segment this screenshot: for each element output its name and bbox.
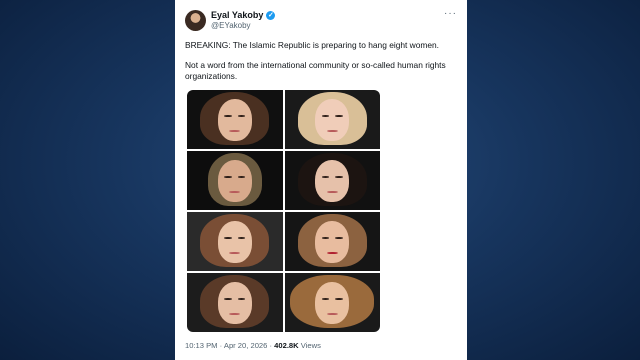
photo-3[interactable] <box>187 151 283 210</box>
author-handle[interactable]: @EYakoby <box>211 21 251 30</box>
photo-4[interactable] <box>284 151 380 210</box>
tweet-header: Eyal Yakoby ✓ @EYakoby ··· <box>185 8 457 34</box>
photo-8[interactable] <box>284 273 380 332</box>
tweet-time[interactable]: 10:13 PM <box>185 341 218 350</box>
meta-separator-1: · <box>219 341 223 350</box>
photo-6[interactable] <box>284 212 380 271</box>
views-count: 402.8K <box>274 341 299 350</box>
author-name-row: Eyal Yakoby ✓ <box>211 10 276 20</box>
tweet-date[interactable]: Apr 20, 2026 <box>224 341 268 350</box>
photo-2[interactable] <box>284 90 380 149</box>
verified-badge-icon: ✓ <box>266 10 276 20</box>
photo-1[interactable] <box>187 90 283 149</box>
meta-separator-2: · <box>269 341 273 350</box>
tweet-text: BREAKING: The Islamic Republic is prepar… <box>185 40 453 91</box>
photo-7[interactable] <box>187 273 283 332</box>
photo-5[interactable] <box>187 212 283 271</box>
tweet-meta: 10:13 PM · Apr 20, 2026 · 402.8K Views <box>185 341 321 350</box>
tweet-card[interactable]: Eyal Yakoby ✓ @EYakoby ··· BREAKING: The… <box>175 0 467 360</box>
tweet-paragraph-2: Not a word from the international commun… <box>185 60 446 81</box>
author-avatar[interactable] <box>185 10 206 31</box>
views-label: Views <box>300 341 321 350</box>
tweet-paragraph-1: BREAKING: The Islamic Republic is prepar… <box>185 40 440 50</box>
author-name[interactable]: Eyal Yakoby <box>211 10 263 20</box>
more-icon[interactable]: ··· <box>444 8 457 19</box>
photo-grid <box>187 90 380 332</box>
